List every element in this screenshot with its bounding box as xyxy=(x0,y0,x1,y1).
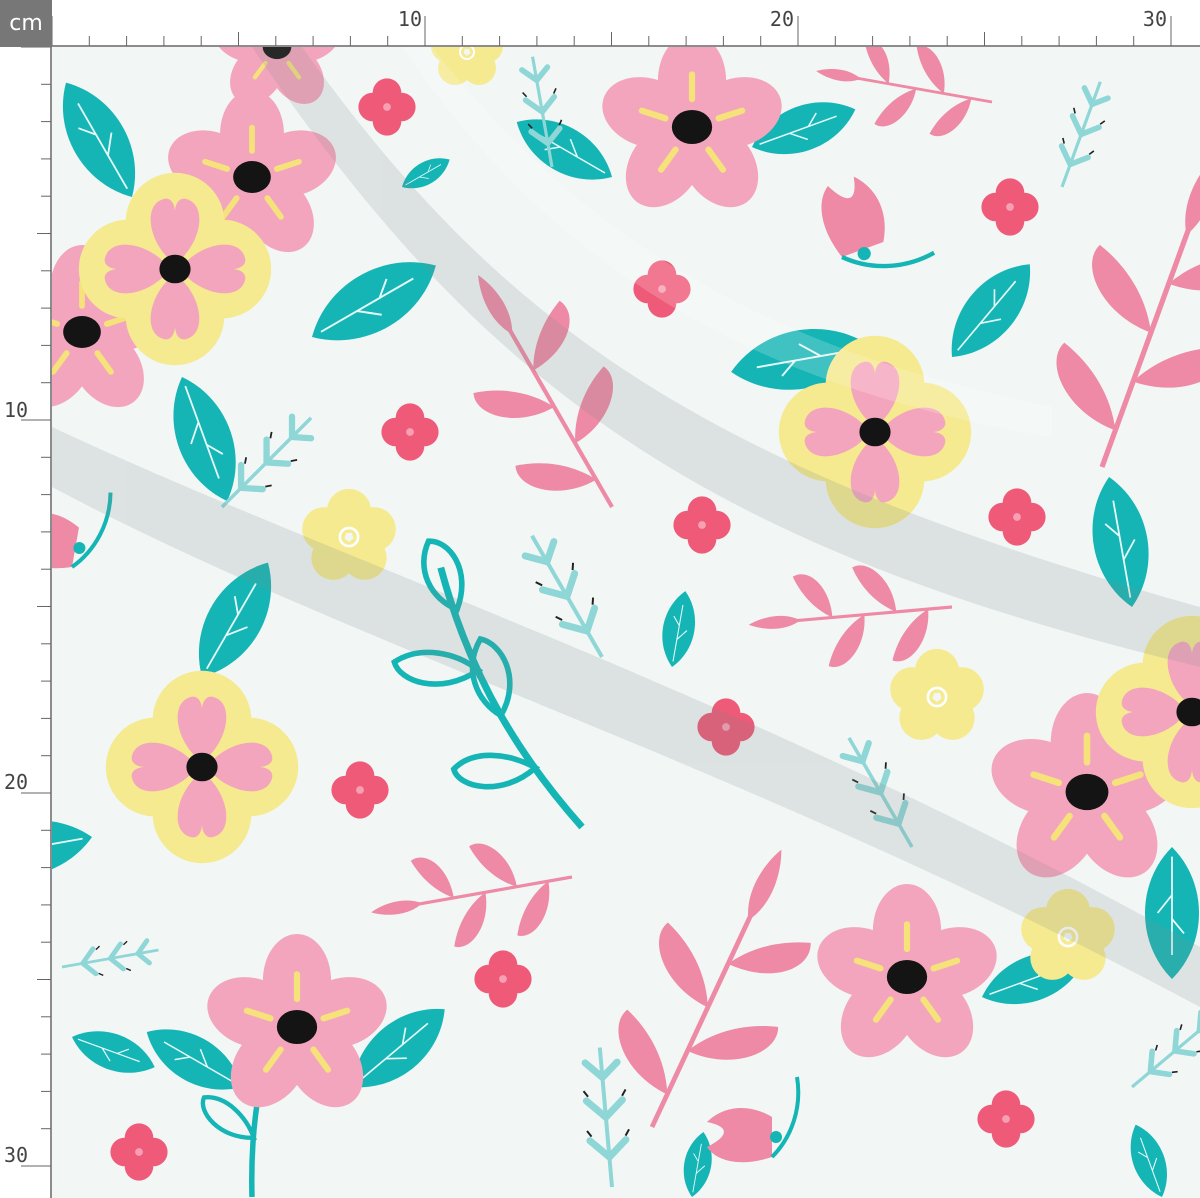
left-ruler: 10 20 30 xyxy=(0,47,52,1198)
fabric-preview xyxy=(52,47,1200,1198)
left-ruler-label-20: 20 xyxy=(4,770,28,794)
top-ruler-label-20: 20 xyxy=(770,7,794,31)
top-ruler-label-30: 30 xyxy=(1143,7,1167,31)
unit-label: cm xyxy=(0,0,52,47)
left-ruler-label-30: 30 xyxy=(4,1143,28,1167)
left-ruler-label-10: 10 xyxy=(4,398,28,422)
top-ruler-label-10: 10 xyxy=(398,7,422,31)
top-ruler: 10 20 30 xyxy=(52,0,1200,47)
